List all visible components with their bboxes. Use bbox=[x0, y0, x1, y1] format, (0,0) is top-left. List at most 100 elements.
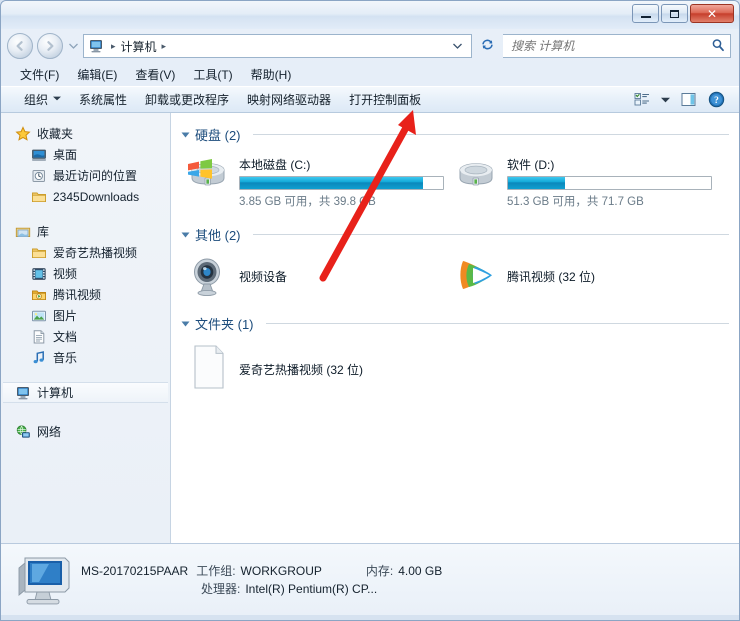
drive-capacity-text: 3.85 GB 可用，共 39.8 GB bbox=[239, 196, 376, 208]
sidebar-item-tencent-video[interactable]: 腾讯视频 bbox=[1, 284, 170, 305]
help-icon[interactable]: ? bbox=[703, 89, 729, 110]
group-title: 文件夹 (1) bbox=[195, 317, 254, 332]
menu-edit[interactable]: 编辑(E) bbox=[70, 64, 124, 85]
maximize-button[interactable] bbox=[661, 4, 688, 23]
explorer-body: 收藏夹 桌面 最近访问的位置 2345Downloads 库 爱奇艺热播视频 视… bbox=[1, 113, 739, 543]
menu-view[interactable]: 查看(V) bbox=[128, 64, 182, 85]
menu-tools[interactable]: 工具(T) bbox=[186, 64, 239, 85]
search-icon[interactable] bbox=[710, 38, 726, 55]
group-divider bbox=[252, 134, 729, 135]
device-tile-webcam[interactable]: 视频设备 bbox=[183, 250, 451, 302]
sidebar-item-libraries[interactable]: 库 bbox=[1, 221, 170, 242]
folder-info-iqiyi: 爱奇艺热播视频 (32 位) bbox=[239, 343, 511, 381]
organize-button[interactable]: 组织 bbox=[15, 88, 70, 111]
address-dropdown-icon[interactable] bbox=[446, 42, 469, 51]
recent-places-icon bbox=[31, 168, 47, 184]
address-bar[interactable]: ▸ 计算机 ▸ bbox=[83, 34, 472, 58]
details-pane: MS-20170215PAAR 工作组: WORKGROUP 内存: 4.00 … bbox=[1, 543, 739, 615]
window-controls: ✕ bbox=[632, 4, 734, 23]
sidebar-item-network[interactable]: 网络 bbox=[1, 421, 170, 442]
group-divider bbox=[252, 234, 729, 235]
sidebar-item-documents[interactable]: 文档 bbox=[1, 326, 170, 347]
sidebar-item-computer[interactable]: 计算机 bbox=[3, 382, 168, 403]
sidebar-item-2345downloads[interactable]: 2345Downloads bbox=[1, 186, 170, 207]
sidebar-item-desktop[interactable]: 桌面 bbox=[1, 144, 170, 165]
nav-group-favorites: 收藏夹 桌面 最近访问的位置 2345Downloads bbox=[1, 123, 170, 207]
drive-icon bbox=[453, 154, 499, 196]
sidebar-label: 图片 bbox=[53, 309, 78, 323]
device-info-tencent-video: 腾讯视频 (32 位) bbox=[507, 254, 717, 288]
sidebar-item-music[interactable]: 音乐 bbox=[1, 347, 170, 368]
menu-file[interactable]: 文件(F) bbox=[13, 64, 66, 85]
video-icon bbox=[31, 266, 47, 282]
refresh-button[interactable] bbox=[476, 37, 499, 55]
folder-name: 爱奇艺热播视频 (32 位) bbox=[239, 363, 364, 377]
workgroup-value: WORKGROUP bbox=[240, 563, 322, 578]
breadcrumb-computer[interactable]: 计算机 bbox=[121, 38, 157, 55]
sidebar-label: 文档 bbox=[53, 330, 78, 344]
open-control-panel-button[interactable]: 打开控制面板 bbox=[340, 88, 430, 111]
sidebar-label: 收藏夹 bbox=[37, 127, 74, 141]
computer-icon bbox=[15, 385, 31, 401]
nav-group-computer: 计算机 bbox=[1, 382, 170, 403]
uninstall-change-program-button[interactable]: 卸载或更改程序 bbox=[136, 88, 238, 111]
machine-name: MS-20170215PAAR bbox=[81, 563, 189, 578]
computer-icon bbox=[88, 38, 104, 54]
device-name: 视频设备 bbox=[239, 270, 288, 284]
search-input[interactable] bbox=[511, 39, 710, 53]
sidebar-label: 计算机 bbox=[37, 386, 74, 400]
group-header-folders[interactable]: 文件夹 (1) bbox=[181, 314, 729, 333]
back-button[interactable] bbox=[7, 33, 33, 59]
breadcrumb-separator-1[interactable]: ▸ bbox=[162, 41, 167, 52]
collapse-triangle-icon[interactable] bbox=[181, 132, 190, 137]
navigation-pane: 收藏夹 桌面 最近访问的位置 2345Downloads 库 爱奇艺热播视频 视… bbox=[1, 113, 171, 543]
system-drive-icon bbox=[185, 154, 231, 196]
folder-tile-iqiyi[interactable]: 爱奇艺热播视频 (32 位) bbox=[183, 339, 513, 395]
sidebar-item-iqiyi-hot-video[interactable]: 爱奇艺热播视频 bbox=[1, 242, 170, 263]
chevron-down-icon bbox=[53, 96, 62, 103]
blank-file-icon bbox=[185, 343, 231, 391]
group-header-others[interactable]: 其他 (2) bbox=[181, 225, 729, 244]
nav-group-network: 网络 bbox=[1, 421, 170, 442]
sidebar-label: 音乐 bbox=[53, 351, 78, 365]
group-title: 硬盘 (2) bbox=[195, 128, 241, 143]
sidebar-item-pictures[interactable]: 图片 bbox=[1, 305, 170, 326]
folder-icon bbox=[31, 189, 47, 205]
toolbar-right-group: ? bbox=[629, 89, 733, 110]
view-dropdown-icon[interactable] bbox=[657, 89, 673, 110]
title-bar: ✕ bbox=[1, 1, 739, 29]
menu-help[interactable]: 帮助(H) bbox=[244, 64, 299, 85]
summary-line-1: MS-20170215PAAR 工作组: WORKGROUP 内存: 4.00 … bbox=[81, 562, 442, 580]
drive-usage-fill bbox=[508, 177, 565, 189]
close-button[interactable]: ✕ bbox=[690, 4, 734, 23]
map-network-drive-button[interactable]: 映射网络驱动器 bbox=[238, 88, 340, 111]
preview-pane-icon[interactable] bbox=[675, 89, 701, 110]
system-properties-button[interactable]: 系统属性 bbox=[70, 88, 136, 111]
folder-tiles: 爱奇艺热播视频 (32 位) bbox=[183, 339, 729, 395]
desktop-icon bbox=[31, 147, 47, 163]
group-title: 其他 (2) bbox=[195, 228, 241, 243]
recent-pages-button[interactable] bbox=[67, 33, 79, 59]
device-info-webcam: 视频设备 bbox=[239, 254, 449, 288]
memory-label: 内存: bbox=[365, 563, 394, 578]
address-bar-row: ▸ 计算机 ▸ bbox=[1, 29, 739, 63]
computer-large-icon bbox=[15, 554, 71, 606]
search-box[interactable] bbox=[503, 34, 731, 58]
sidebar-label: 桌面 bbox=[53, 148, 78, 162]
collapse-triangle-icon[interactable] bbox=[181, 321, 190, 326]
minimize-button[interactable] bbox=[632, 4, 659, 23]
device-tile-tencent-video[interactable]: 腾讯视频 (32 位) bbox=[451, 250, 719, 302]
group-divider bbox=[265, 323, 729, 324]
folder-icon bbox=[31, 245, 47, 261]
drive-tile-d[interactable]: 软件 (D:) 51.3 GB 可用，共 71.7 GB bbox=[451, 150, 719, 213]
sidebar-item-favorites[interactable]: 收藏夹 bbox=[1, 123, 170, 144]
drive-tile-c[interactable]: 本地磁盘 (C:) 3.85 GB 可用，共 39.8 GB bbox=[183, 150, 451, 213]
group-header-drives[interactable]: 硬盘 (2) bbox=[181, 125, 729, 144]
collapse-triangle-icon[interactable] bbox=[181, 232, 190, 237]
change-view-icon[interactable] bbox=[629, 89, 655, 110]
forward-button[interactable] bbox=[37, 33, 63, 59]
sidebar-item-recent-places[interactable]: 最近访问的位置 bbox=[1, 165, 170, 186]
picture-icon bbox=[31, 308, 47, 324]
sidebar-item-videos[interactable]: 视频 bbox=[1, 263, 170, 284]
computer-summary: MS-20170215PAAR 工作组: WORKGROUP 内存: 4.00 … bbox=[81, 562, 442, 598]
